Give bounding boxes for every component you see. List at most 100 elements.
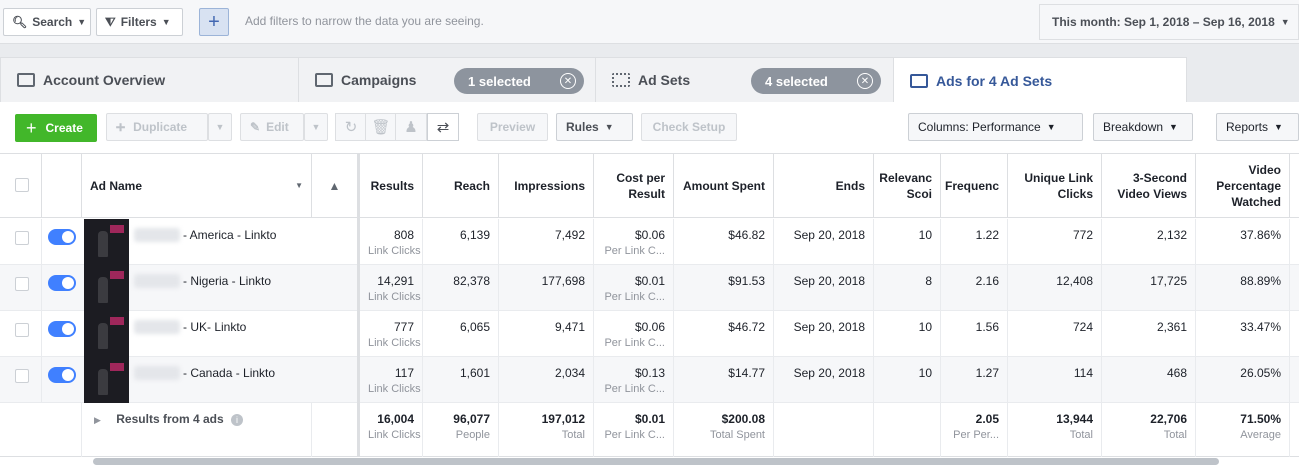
ad-name-link[interactable]: - Nigeria - Linkto — [183, 274, 271, 288]
cell-frequency: 1.56 — [941, 311, 1008, 357]
cell-value: 114 — [1073, 366, 1093, 380]
ad-thumbnail[interactable] — [84, 265, 129, 311]
header-ends[interactable]: Ends — [774, 154, 874, 218]
tab-ad-sets[interactable]: Ad Sets 4 selected ✕ — [595, 57, 895, 102]
ad-thumbnail[interactable] — [84, 219, 129, 265]
table-row[interactable]: - UK- Linkto 777 Link Clicks 6,065 9,471 $0.0… — [0, 311, 1299, 357]
breakdown-button[interactable]: Breakdown ▼ — [1093, 113, 1193, 141]
cell-unique-link-clicks: 114 — [1008, 357, 1102, 403]
redacted-ad-name — [134, 320, 180, 334]
cell-unique-link-clicks: 772 — [1008, 219, 1102, 265]
cell-value: 10 — [918, 320, 932, 334]
grid-icon — [612, 73, 630, 87]
funnel-icon: ⧨ — [105, 14, 116, 29]
search-button[interactable]: 🔍︎ Search ▼ — [3, 8, 91, 36]
totals-impressions: 197,012 Total — [499, 403, 594, 457]
cell-value: 117 — [394, 366, 414, 380]
tab-ads[interactable]: Ads for 4 Ad Sets — [893, 57, 1187, 103]
ad-name-link[interactable]: - America - Linkto — [183, 228, 276, 242]
table-row[interactable]: - America - Linkto 808 Link Clicks 6,139 7,4… — [0, 219, 1299, 265]
ad-thumbnail[interactable] — [84, 357, 129, 403]
cell-results: 777 Link Clicks — [360, 311, 423, 357]
ad-status-toggle[interactable] — [48, 275, 76, 291]
preview-button[interactable]: Preview — [477, 113, 548, 141]
columns-button[interactable]: Columns: Performance ▼ — [908, 113, 1083, 141]
reports-label: Reports — [1226, 120, 1269, 134]
cell-cost-per-result: $0.01 Per Link C... — [594, 265, 674, 311]
header-relevance-score[interactable]: Relevanc Scoi — [874, 154, 941, 218]
ad-thumbnail[interactable] — [84, 311, 129, 357]
ad-name-link[interactable]: - UK- Linkto — [183, 320, 246, 334]
clear-selection-icon[interactable]: ✕ — [857, 73, 873, 89]
header-results[interactable]: Results — [360, 154, 423, 218]
warning-cell — [312, 357, 358, 403]
header-cost-per-result[interactable]: Cost per Result — [594, 154, 674, 218]
compare-button[interactable]: ⇄ — [427, 113, 459, 141]
header-frequency[interactable]: Frequenc — [941, 154, 1008, 218]
tab-campaigns[interactable]: Campaigns 1 selected ✕ — [298, 57, 603, 102]
clear-selection-icon[interactable]: ✕ — [560, 73, 576, 89]
duplicate-label: Duplicate — [133, 120, 188, 134]
header-ad-name[interactable]: Ad Name ▼ — [82, 154, 312, 218]
rules-button[interactable]: Rules ▼ — [556, 113, 633, 141]
cell-cost-per-result: $0.06 Per Link C... — [594, 219, 674, 265]
header-unique-link-clicks[interactable]: Unique Link Clicks — [1008, 154, 1102, 218]
ad-status-toggle[interactable] — [48, 367, 76, 383]
search-icon: 🔍︎ — [12, 15, 28, 29]
total-value: 197,012 — [541, 412, 585, 426]
ad-name-link[interactable]: - Canada - Linkto — [183, 366, 275, 380]
header-3-second-video-views[interactable]: 3-Second Video Views — [1102, 154, 1196, 218]
info-icon[interactable]: i — [230, 414, 243, 426]
date-range-picker[interactable]: This month: Sep 1, 2018 – Sep 16, 2018 ▼ — [1039, 4, 1299, 40]
ad-status-toggle[interactable] — [48, 229, 76, 245]
table-row[interactable]: - Nigeria - Linkto 14,291 Link Clicks 82,37… — [0, 265, 1299, 311]
cell-value: 1,601 — [459, 366, 490, 380]
check-setup-button[interactable]: Check Setup — [641, 113, 737, 141]
horizontal-scrollbar[interactable] — [93, 458, 1219, 465]
create-button[interactable]: + Create — [15, 114, 97, 142]
cell-impressions: 2,034 — [499, 357, 594, 403]
edit-dropdown[interactable]: ▼ — [304, 113, 328, 141]
header-amount-spent[interactable]: Amount Spent — [674, 154, 774, 218]
header-reach[interactable]: Reach — [423, 154, 499, 218]
header-impressions[interactable]: Impressions — [499, 154, 594, 218]
select-all-checkbox[interactable] — [15, 178, 29, 192]
edit-button[interactable]: ✎ Edit — [240, 113, 304, 141]
header-delivery-warning[interactable]: ▲ — [312, 154, 358, 218]
cell-value: 14,291 — [377, 274, 414, 288]
cell-value: 88.89% — [1240, 274, 1281, 288]
adsets-selected-badge[interactable]: 4 selected ✕ — [751, 68, 881, 94]
revert-button[interactable]: ↻ — [335, 113, 367, 141]
cell-video-pct-watched: 37.86% — [1196, 219, 1290, 265]
tab-account-overview[interactable]: Account Overview — [0, 57, 308, 102]
warning-cell — [312, 265, 358, 311]
table-row[interactable]: - Canada - Linkto 117 Link Clicks 1,601 2,03… — [0, 357, 1299, 403]
create-label: Create — [45, 121, 83, 135]
totals-cost-per-result: $0.01 Per Link C... — [594, 403, 674, 457]
header-label-line2: Percentage — [1216, 179, 1281, 193]
table-totals-row: ▶ Results from 4 ads i 16,004 Link Clicks… — [0, 403, 1299, 457]
cell-amount-spent: $46.72 — [674, 311, 774, 357]
total-value: 96,077 — [453, 412, 490, 426]
duplicate-button[interactable]: ➕︎ Duplicate — [106, 113, 208, 141]
header-video-percentage-watched[interactable]: Video Percentage Watched — [1196, 154, 1290, 218]
filter-hint: Add filters to narrow the data you are s… — [245, 14, 484, 28]
ab-test-button[interactable]: ♟ — [395, 113, 427, 141]
folder-check-icon — [315, 73, 333, 87]
cell-value: $0.06 — [634, 320, 665, 334]
cell-ends: Sep 20, 2018 — [774, 357, 874, 403]
ad-status-toggle[interactable] — [48, 321, 76, 337]
cell-value: Sep 20, 2018 — [793, 228, 865, 242]
cell-value: 33.47% — [1240, 320, 1281, 334]
add-filter-button[interactable]: + — [199, 8, 229, 36]
duplicate-dropdown[interactable]: ▼ — [208, 113, 232, 141]
expand-icon[interactable]: ▶ — [94, 415, 101, 425]
reports-button[interactable]: Reports ▼ — [1216, 113, 1299, 141]
delete-button[interactable]: 🗑︎ — [365, 113, 397, 141]
campaigns-selected-badge[interactable]: 1 selected ✕ — [454, 68, 584, 94]
totals-video-3s: 22,706 Total — [1102, 403, 1196, 457]
totals-label-cell[interactable]: ▶ Results from 4 ads i — [82, 403, 312, 457]
filters-button[interactable]: ⧨ Filters ▼ — [96, 8, 183, 36]
header-select-all[interactable] — [0, 154, 42, 218]
cell-unique-link-clicks: 724 — [1008, 311, 1102, 357]
